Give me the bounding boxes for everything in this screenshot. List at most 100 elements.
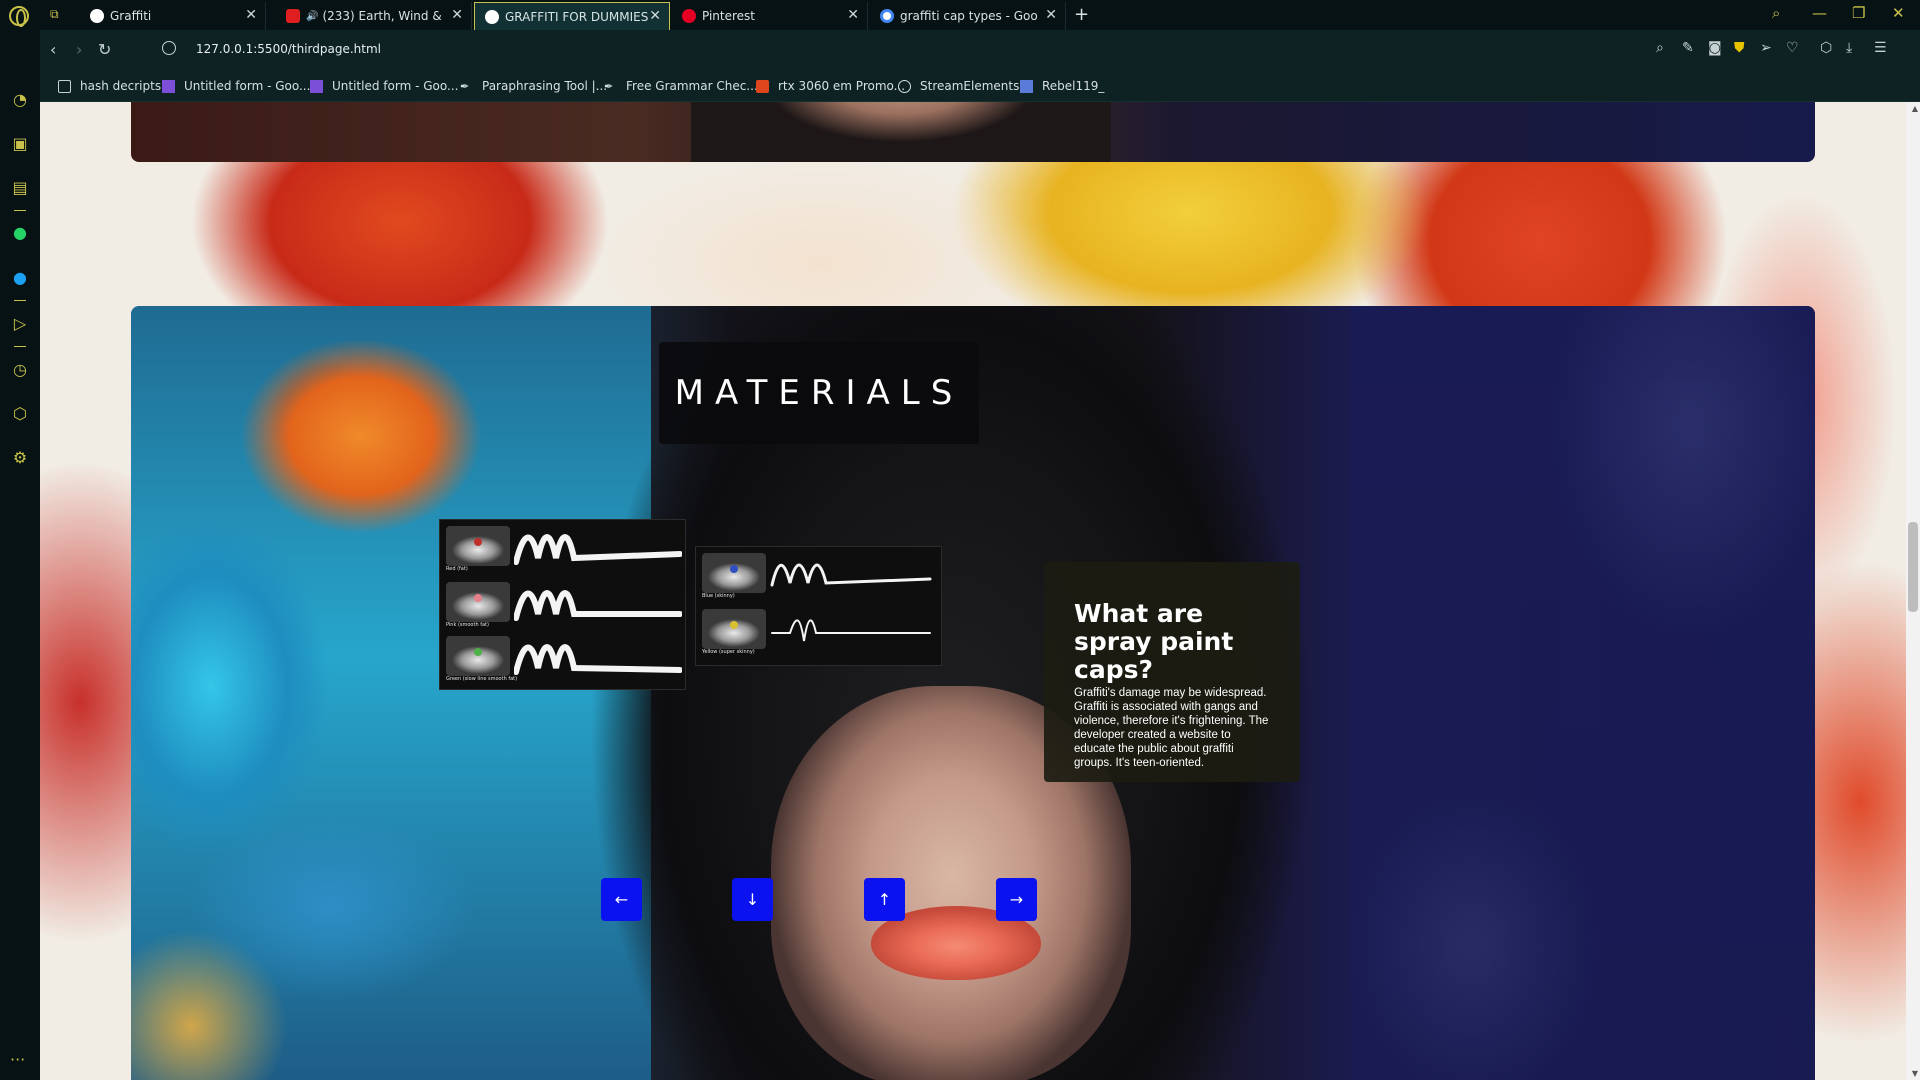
edit-icon[interactable]: ✎ xyxy=(1682,40,1694,56)
streamelements-icon xyxy=(898,79,911,93)
bookmark-label: Paraphrasing Tool |... xyxy=(482,79,608,93)
close-tab-icon[interactable]: ✕ xyxy=(245,7,257,23)
url-field[interactable]: 127.0.0.1:5500/thirdpage.html xyxy=(196,42,381,56)
calendar-icon xyxy=(1020,79,1033,93)
forms-icon xyxy=(162,79,175,93)
info-body: Graffiti's damage may be widespread. Gra… xyxy=(1074,687,1269,769)
close-tab-icon[interactable]: ✕ xyxy=(1045,7,1057,23)
cube-icon[interactable]: ⬡ xyxy=(10,404,30,424)
bookmark-grammar-checker[interactable]: ✒ Free Grammar Chec... xyxy=(604,76,758,96)
close-tab-icon[interactable]: ✕ xyxy=(649,8,661,24)
bag-icon[interactable]: ▣ xyxy=(10,134,30,154)
whatsapp-icon[interactable]: ● xyxy=(10,223,30,243)
scrollbar-thumb[interactable] xyxy=(1908,522,1918,612)
bookmark-hash-decripts[interactable]: hash decripts xyxy=(58,76,161,96)
heart-icon[interactable]: ♡ xyxy=(1786,40,1799,56)
back-icon[interactable]: ‹ xyxy=(50,40,56,59)
reload-icon[interactable]: ↻ xyxy=(98,40,111,59)
info-heading: What are spray paint caps? xyxy=(1074,599,1234,684)
cap-sample: Blue (skinny) xyxy=(700,551,940,605)
sidebar: ◔ ▣ ▤ ● ● ▷ ◷ ⬡ ⚙ ··· xyxy=(0,30,40,1080)
youtube-icon xyxy=(286,9,300,23)
tab-google[interactable]: graffiti cap types - Google ✕ xyxy=(870,2,1066,30)
tab-pinterest[interactable]: Pinterest ✕ xyxy=(672,2,868,30)
tab-graffiti-for-dummies[interactable]: GRAFFITI FOR DUMMIES ✕ xyxy=(474,2,670,30)
snapshot-icon[interactable]: ◙ xyxy=(1708,40,1722,56)
bookmark-rebel119[interactable]: Rebel119_ xyxy=(1020,76,1104,96)
new-tab-button[interactable]: + xyxy=(1074,4,1089,25)
bookmark-rtx-3060[interactable]: rtx 3060 em Promo... xyxy=(756,76,905,96)
next-button[interactable]: → xyxy=(996,878,1037,921)
close-tab-icon[interactable]: ✕ xyxy=(451,7,463,23)
page-viewport: MATERIALS Red (fat) Pink (smooth fat) Gr xyxy=(40,102,1920,1080)
speaker-icon[interactable]: 🔊 xyxy=(306,11,318,22)
sidebar-divider xyxy=(14,346,26,347)
forms-icon xyxy=(310,79,323,93)
more-options-icon[interactable]: ··· xyxy=(10,1050,25,1069)
close-tab-icon[interactable]: ✕ xyxy=(847,7,859,23)
minimize-icon[interactable]: — xyxy=(1812,4,1827,22)
history-icon[interactable]: ◷ xyxy=(10,360,30,380)
scroll-down-arrow-icon[interactable]: ▼ xyxy=(1912,1069,1918,1078)
twitch-icon[interactable]: ▤ xyxy=(10,178,30,198)
download-icon[interactable]: ⤓ xyxy=(1846,40,1852,56)
tab-title: Pinterest xyxy=(702,9,756,23)
scrollbar[interactable]: ▲ ▼ xyxy=(1906,102,1920,1080)
tab-title: (233) Earth, Wind & Fire xyxy=(322,9,444,23)
bookmark-untitled-form-1[interactable]: Untitled form - Goo... xyxy=(162,76,310,96)
speed-dial-icon[interactable]: ◔ xyxy=(10,90,30,110)
settings-gear-icon[interactable]: ⚙ xyxy=(10,448,30,468)
tab-title: Graffiti xyxy=(110,9,152,23)
menu-icon[interactable]: ☰ xyxy=(1874,40,1887,56)
previous-section-card xyxy=(131,102,1815,162)
forward-icon[interactable]: › xyxy=(76,40,82,59)
scroll-down-button[interactable]: ↓ xyxy=(732,878,773,921)
scroll-up-arrow-icon[interactable]: ▲ xyxy=(1912,104,1918,113)
twitter-icon[interactable]: ● xyxy=(10,268,30,288)
quill-icon: ✒ xyxy=(460,79,470,93)
tab-bar: ⧉ Graffiti ✕ 🔊 (233) Earth, Wind & Fire … xyxy=(0,0,1920,30)
scroll-up-button[interactable]: ↑ xyxy=(864,878,905,921)
bookmark-label: Free Grammar Chec... xyxy=(626,79,758,93)
send-icon[interactable]: ➢ xyxy=(1760,40,1772,56)
spray-cap-icon xyxy=(446,636,510,676)
spray-caps-image-fat: Red (fat) Pink (smooth fat) Green (slow … xyxy=(439,519,686,690)
opera-logo-icon[interactable] xyxy=(9,6,29,27)
previous-button[interactable]: ← xyxy=(601,878,642,921)
bookmark-label: hash decripts xyxy=(80,79,162,93)
bookmark-label: rtx 3060 em Promo... xyxy=(778,79,906,93)
folder-icon xyxy=(58,79,71,93)
tab-youtube[interactable]: 🔊 (233) Earth, Wind & Fire ✕ xyxy=(276,2,472,30)
site-info-icon[interactable] xyxy=(162,41,176,55)
bookmark-paraphrasing-tool[interactable]: ✒ Paraphrasing Tool |... xyxy=(460,76,607,96)
shop-icon xyxy=(756,79,769,93)
cube-icon[interactable]: ⬡ xyxy=(1820,40,1832,56)
tab-title: GRAFFITI FOR DUMMIES xyxy=(505,9,649,24)
bookmark-untitled-form-2[interactable]: Untitled form - Goo... xyxy=(310,76,458,96)
spray-caps-image-skinny: Blue (skinny) Yellow (super skinny) xyxy=(695,546,942,666)
bookmark-streamelements[interactable]: StreamElements xyxy=(898,76,1019,96)
bookmark-label: Rebel119_ xyxy=(1042,79,1105,93)
tab-title: graffiti cap types - Google xyxy=(900,9,1038,23)
player-icon[interactable]: ▷ xyxy=(10,314,30,334)
cap-sample: Red (fat) xyxy=(444,524,684,578)
pinterest-icon xyxy=(682,9,696,23)
page-search-icon[interactable]: ⌕ xyxy=(1656,40,1664,56)
sidebar-divider xyxy=(14,300,26,301)
spray-cap-icon xyxy=(702,609,766,649)
spray-stroke-sample xyxy=(771,619,931,642)
spray-stroke-sample xyxy=(770,563,932,587)
close-window-icon[interactable]: ✕ xyxy=(1892,4,1905,22)
vpn-shield-icon[interactable]: ⛊ xyxy=(1734,40,1745,56)
spray-stroke-sample xyxy=(514,590,682,621)
tab-graffiti[interactable]: Graffiti ✕ xyxy=(80,2,266,30)
previous-section-image xyxy=(691,102,1111,162)
section-title-box: MATERIALS xyxy=(659,342,979,444)
section-title: MATERIALS xyxy=(674,373,964,413)
restore-icon[interactable]: ❐ xyxy=(1852,4,1865,22)
search-tabs-icon[interactable]: ⌕ xyxy=(1772,4,1780,22)
cap-sample: Green (slow line smooth fat) xyxy=(444,634,684,688)
globe-icon xyxy=(90,9,104,23)
tab-islands-icon[interactable]: ⧉ xyxy=(50,8,66,21)
bookmarks-bar: hash decripts Untitled form - Goo... Unt… xyxy=(40,70,1920,102)
